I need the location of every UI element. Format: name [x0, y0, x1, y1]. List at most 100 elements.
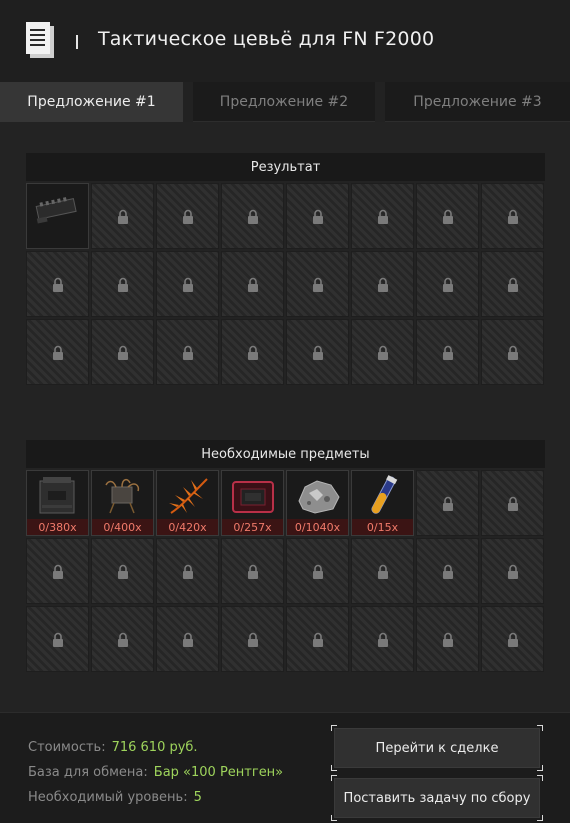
- result-grid: [26, 183, 546, 385]
- lock-icon: [247, 345, 258, 360]
- lock-icon: [182, 564, 193, 579]
- tab-offer-2[interactable]: Предложение #2: [193, 82, 375, 122]
- result-item-slot[interactable]: [26, 183, 89, 249]
- tab-divider: [375, 82, 385, 122]
- locked-slot: [481, 319, 544, 385]
- locked-slot: [221, 183, 284, 249]
- test-tube-icon: [371, 475, 398, 514]
- button-corner: [537, 775, 543, 781]
- locked-slot: [351, 183, 414, 249]
- locked-slot: [416, 319, 479, 385]
- button-corner: [537, 765, 543, 771]
- locked-slot: [91, 319, 154, 385]
- base-row: База для обмена: Бар «100 Рентген»: [28, 765, 283, 780]
- locked-slot: [481, 470, 544, 536]
- lock-icon: [312, 209, 323, 224]
- lock-icon: [442, 564, 453, 579]
- lock-icon: [182, 277, 193, 292]
- lock-icon: [247, 277, 258, 292]
- orange-fern-icon: [169, 478, 208, 514]
- button-corner: [331, 815, 337, 821]
- locked-slot: [286, 319, 349, 385]
- tab-divider: [183, 82, 193, 122]
- locked-slot: [286, 606, 349, 672]
- lock-icon: [507, 496, 518, 511]
- lock-icon: [52, 632, 63, 647]
- lock-icon: [377, 209, 388, 224]
- locked-slot: [221, 538, 284, 604]
- button-corner: [537, 725, 543, 731]
- wire-device-icon: [105, 478, 140, 514]
- required-item-slot[interactable]: 0/380x: [26, 470, 89, 536]
- required-items-grid: 0/380x 0/400x 0/420x 0/257x 0/1040x 0/15x: [26, 470, 546, 672]
- locked-slot: [481, 538, 544, 604]
- goto-trade-label: Перейти к сделке: [375, 740, 499, 756]
- lock-icon: [442, 277, 453, 292]
- lock-icon: [442, 345, 453, 360]
- required-item-slot[interactable]: 0/420x: [156, 470, 219, 536]
- ore-rock-icon: [298, 480, 340, 514]
- required-item-slot[interactable]: 0/15x: [351, 470, 414, 536]
- tab-offer-3[interactable]: Предложение #3: [385, 82, 570, 122]
- locked-slot: [351, 606, 414, 672]
- ammo-box-icon: [39, 477, 75, 514]
- required-item-slot[interactable]: 0/400x: [91, 470, 154, 536]
- window-header: Тактическое цевьё для FN F2000: [0, 0, 570, 82]
- button-corner: [331, 765, 337, 771]
- cost-label: Стоимость:: [28, 740, 106, 755]
- locked-slot: [416, 183, 479, 249]
- lock-icon: [442, 496, 453, 511]
- set-gather-task-button[interactable]: Поставить задачу по сбору: [331, 775, 543, 821]
- lock-icon: [312, 564, 323, 579]
- lock-icon: [247, 209, 258, 224]
- lock-icon: [52, 345, 63, 360]
- lock-icon: [312, 277, 323, 292]
- lock-icon: [377, 564, 388, 579]
- lock-icon: [117, 209, 128, 224]
- item-quantity: 0/380x: [27, 519, 88, 535]
- trade-footer: Стоимость: 716 610 руб. База для обмена: Б…: [0, 712, 570, 823]
- locked-slot: [221, 606, 284, 672]
- required-item-slot[interactable]: 0/257x: [221, 470, 284, 536]
- title-separator: [76, 35, 78, 49]
- lock-icon: [52, 564, 63, 579]
- required-item-slot[interactable]: 0/1040x: [286, 470, 349, 536]
- tactical-handguard-icon: [35, 197, 77, 224]
- lock-icon: [507, 345, 518, 360]
- locked-slot: [156, 538, 219, 604]
- lock-icon: [377, 345, 388, 360]
- button-corner: [537, 815, 543, 821]
- base-value: Бар «100 Рентген»: [153, 765, 284, 780]
- locked-slot: [416, 470, 479, 536]
- item-quantity: 0/15x: [352, 519, 413, 535]
- locked-slot: [26, 251, 89, 317]
- base-label: База для обмена:: [28, 765, 148, 780]
- set-gather-task-label: Поставить задачу по сбору: [343, 790, 531, 806]
- button-corner: [331, 725, 337, 731]
- tab-offer-1[interactable]: Предложение #1: [0, 82, 183, 122]
- locked-slot: [26, 606, 89, 672]
- locked-slot: [91, 538, 154, 604]
- locked-slot: [286, 251, 349, 317]
- required-items-header: Необходимые предметы: [26, 440, 545, 468]
- level-row: Необходимый уровень: 5: [28, 790, 202, 805]
- cost-row: Стоимость: 716 610 руб.: [28, 740, 198, 755]
- locked-slot: [481, 251, 544, 317]
- offer-tabs: Предложение #1 Предложение #2 Предложени…: [0, 82, 570, 122]
- result-header: Результат: [26, 153, 545, 181]
- document-icon: [26, 22, 54, 58]
- lock-icon: [312, 345, 323, 360]
- locked-slot: [91, 606, 154, 672]
- lock-icon: [377, 277, 388, 292]
- lock-icon: [117, 564, 128, 579]
- locked-slot: [351, 251, 414, 317]
- locked-slot: [286, 183, 349, 249]
- lock-icon: [442, 632, 453, 647]
- level-label: Необходимый уровень:: [28, 790, 188, 805]
- item-quantity: 0/1040x: [287, 519, 348, 535]
- item-quantity: 0/420x: [157, 519, 218, 535]
- locked-slot: [286, 538, 349, 604]
- button-corner: [331, 775, 337, 781]
- goto-trade-button[interactable]: Перейти к сделке: [331, 725, 543, 771]
- lock-icon: [182, 632, 193, 647]
